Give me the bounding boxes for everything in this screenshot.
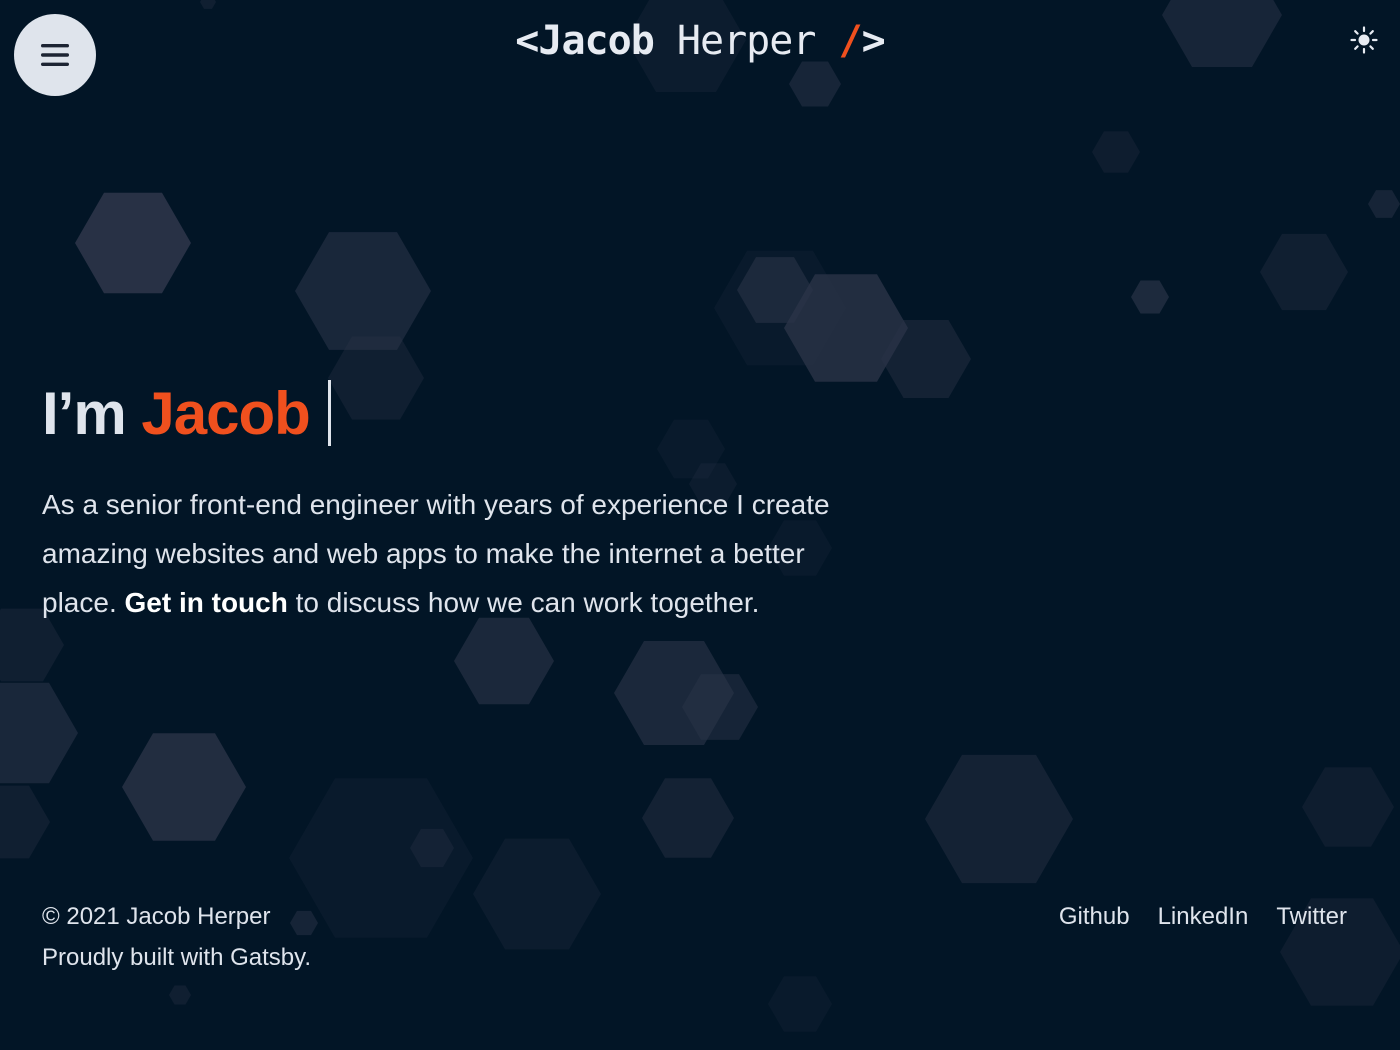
background-hexagon (642, 778, 734, 858)
background-hexagon (0, 682, 78, 784)
hero-description: As a senior front-end engineer with year… (42, 480, 882, 627)
theme-toggle-button[interactable] (1350, 26, 1378, 54)
hero-heading: I’m Jacob (42, 372, 882, 456)
hero-section: I’m Jacob As a senior front-end engineer… (42, 372, 882, 627)
background-hexagon (473, 838, 601, 950)
background-hexagon (768, 976, 832, 1032)
logo-last-name: Herper (676, 18, 816, 64)
background-hexagon (1302, 767, 1394, 847)
logo-close-bracket: > (861, 18, 886, 64)
typing-cursor (327, 380, 331, 446)
github-link[interactable]: Github (1059, 896, 1130, 937)
twitter-link[interactable]: Twitter (1276, 896, 1347, 937)
background-hexagon (200, 0, 216, 9)
background-hexagon (1092, 131, 1140, 173)
background-hexagon (169, 985, 191, 1005)
logo-first-name: Jacob (538, 18, 654, 64)
copyright-text: © 2021 Jacob Herper (42, 903, 271, 930)
site-logo[interactable]: <Jacob Herper /> (0, 18, 1400, 64)
background-hexagon (75, 192, 191, 294)
linkedin-link[interactable]: LinkedIn (1158, 896, 1249, 937)
hero-greeting: I’m (42, 380, 127, 447)
background-hexagon (925, 754, 1073, 884)
built-with-text: Proudly built with Gatsby. (42, 944, 312, 971)
hero-outro: to discuss how we can work together. (295, 587, 760, 618)
hero-name: Jacob (141, 380, 310, 447)
logo-slash: / (838, 18, 863, 64)
background-hexagon (122, 733, 246, 841)
logo-open-bracket: < (515, 18, 539, 64)
background-hexagon (1131, 280, 1169, 314)
background-hexagon (1260, 233, 1348, 311)
footer-info: © 2021 Jacob Herper Proudly built with G… (42, 896, 311, 978)
background-hexagon (0, 785, 50, 859)
get-in-touch-link[interactable]: Get in touch (125, 587, 288, 618)
background-hexagon (454, 617, 554, 705)
social-links: Github LinkedIn Twitter (1059, 896, 1347, 937)
background-hexagon (295, 232, 431, 350)
background-hexagon (789, 61, 841, 107)
sun-icon (1350, 26, 1378, 54)
background-hexagon (1368, 190, 1400, 218)
